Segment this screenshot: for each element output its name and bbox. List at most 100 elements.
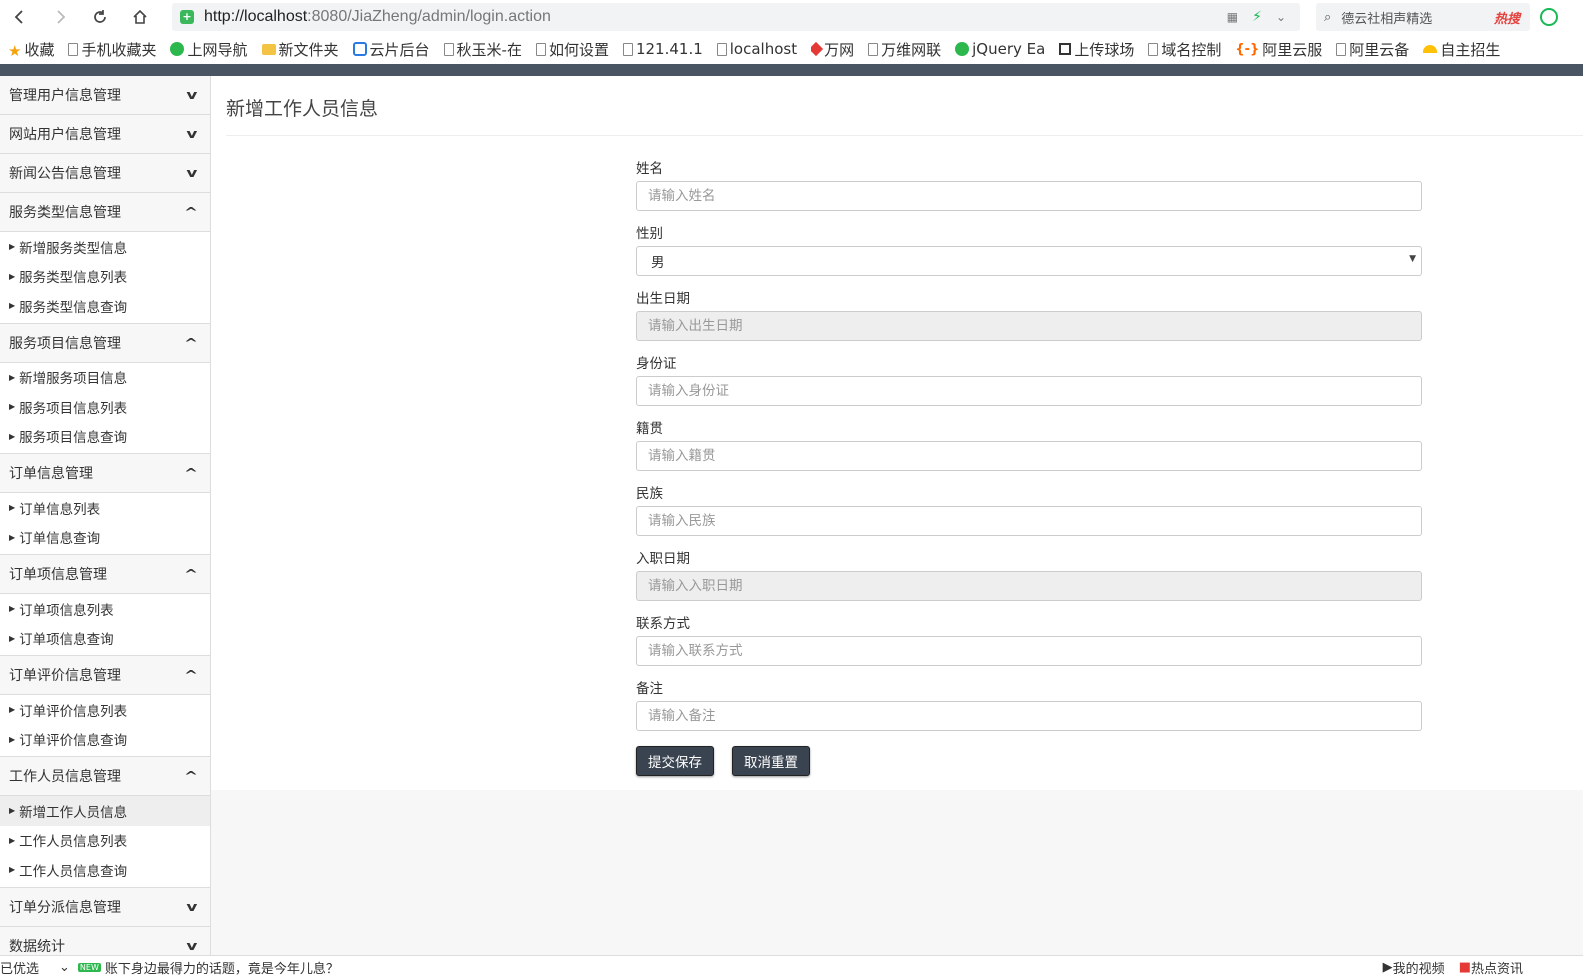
sidebar-group-header[interactable]: 订单信息管理 ^ bbox=[0, 454, 210, 493]
chevron-up-icon: ^ bbox=[183, 466, 199, 480]
bookmark-item[interactable]: 手机收藏夹 bbox=[68, 39, 156, 60]
contact-input[interactable] bbox=[636, 636, 1422, 666]
name-input[interactable] bbox=[636, 181, 1422, 211]
address-bar[interactable]: + http://localhost:8080/JiaZheng/admin/l… bbox=[172, 3, 1300, 31]
hot-news-link[interactable]: 热点资讯 bbox=[1471, 958, 1523, 977]
search-suggestion: 德云社相声精选 bbox=[1341, 11, 1433, 27]
sidebar-item[interactable]: ▶ 服务类型信息查询 bbox=[0, 291, 210, 321]
bookmark-item[interactable]: {-} 阿里云服 bbox=[1235, 39, 1322, 60]
ethnicity-input[interactable] bbox=[636, 506, 1422, 536]
remark-label: 备注 bbox=[636, 681, 663, 697]
news-ticker[interactable]: 账下身边最得力的话题，竟是今年儿息？ bbox=[105, 958, 339, 977]
remark-field: 备注 bbox=[636, 680, 1422, 745]
back-button[interactable] bbox=[0, 0, 40, 34]
sidebar-item[interactable]: ▶ 订单项信息列表 bbox=[0, 594, 210, 624]
sidebar-group-header[interactable]: 订单项信息管理 ^ bbox=[0, 555, 210, 594]
my-video-link[interactable]: 我的视频 bbox=[1393, 958, 1445, 977]
remark-input[interactable] bbox=[636, 701, 1422, 731]
sidebar-item-label: 服务项目信息列表 bbox=[19, 400, 128, 417]
gender-select[interactable]: 男 ▼ bbox=[636, 246, 1422, 276]
bookmark-item[interactable]: 万维网联 bbox=[868, 39, 941, 60]
extension-icon[interactable] bbox=[1540, 8, 1558, 26]
sidebar-group-label: 订单信息管理 bbox=[9, 466, 93, 482]
bookmark-item[interactable]: 上传球场 bbox=[1059, 39, 1134, 60]
bookmark-label: 自主招生 bbox=[1440, 40, 1501, 59]
birthdate-label: 出生日期 bbox=[636, 291, 690, 307]
bookmark-item[interactable]: 新文件夹 bbox=[261, 39, 339, 60]
bookmark-item[interactable]: 阿里云备 bbox=[1336, 39, 1409, 60]
bookmark-page-icon bbox=[535, 42, 546, 56]
bookmark-item[interactable]: ★ 收藏 bbox=[8, 39, 54, 60]
bookmark-page-icon bbox=[868, 42, 879, 56]
bookmark-star-icon: ★ bbox=[8, 42, 22, 60]
contact-field: 联系方式 bbox=[636, 615, 1422, 680]
chevron-down-icon: v bbox=[186, 166, 198, 180]
sidebar-item[interactable]: ▶ 订单信息列表 bbox=[0, 493, 210, 523]
bookmark-yellow-icon bbox=[1423, 45, 1438, 53]
reload-button[interactable] bbox=[80, 0, 120, 34]
chevron-down-icon[interactable]: ⌄ bbox=[59, 960, 70, 975]
status-bar: 已优选 ⌄ NEW 账下身边最得力的话题，竟是今年儿息？ ▶ 我的视频 ■ 热点… bbox=[0, 955, 1583, 979]
bookmark-item[interactable]: 万网 bbox=[811, 39, 854, 60]
sidebar-group-header[interactable]: 订单分派信息管理 v bbox=[0, 887, 210, 927]
sidebar-item[interactable]: ▶ 服务类型信息列表 bbox=[0, 261, 210, 291]
sidebar-group-header[interactable]: 服务类型信息管理 ^ bbox=[0, 193, 210, 232]
search-box[interactable]: ⌕ 德云社相声精选 热搜 bbox=[1316, 3, 1530, 31]
chevron-down-icon: v bbox=[186, 88, 198, 102]
bookmark-item[interactable]: 秋玉米-在 bbox=[443, 39, 522, 60]
sidebar-group-label: 订单分派信息管理 bbox=[9, 899, 121, 916]
hiredate-input[interactable] bbox=[636, 571, 1422, 601]
browser-toolbar: + http://localhost:8080/JiaZheng/admin/l… bbox=[0, 0, 1583, 34]
native-field: 籍贯 bbox=[636, 420, 1422, 485]
bookmark-item[interactable]: 如何设置 bbox=[535, 39, 609, 60]
lightning-icon[interactable]: ⚡ bbox=[1252, 9, 1262, 25]
bookmark-orange-icon: {-} bbox=[1235, 42, 1260, 57]
sidebar-item[interactable]: ▶ 订单信息查询 bbox=[0, 522, 210, 552]
sidebar-group-header[interactable]: 订单评价信息管理 ^ bbox=[0, 656, 210, 695]
bookmark-item[interactable]: 云片后台 bbox=[352, 39, 430, 60]
sidebar-item[interactable]: ▶ 工作人员信息列表 bbox=[0, 825, 210, 855]
sidebar-item[interactable]: ▶ 订单评价信息列表 bbox=[0, 695, 210, 725]
sidebar-item[interactable]: ▶ 新增服务类型信息 bbox=[0, 232, 210, 262]
chevron-down-icon[interactable]: ⌄ bbox=[1276, 10, 1286, 24]
home-button[interactable] bbox=[120, 0, 160, 34]
native-input[interactable] bbox=[636, 441, 1422, 471]
sidebar-item[interactable]: ▶ 订单评价信息查询 bbox=[0, 724, 210, 754]
caret-right-icon: ▶ bbox=[9, 835, 16, 845]
bookmark-item[interactable]: 自主招生 bbox=[1423, 39, 1500, 60]
sidebar-item[interactable]: ▶ 服务项目信息列表 bbox=[0, 392, 210, 422]
bookmark-item[interactable]: localhost bbox=[716, 40, 797, 58]
hot-search-badge[interactable]: 热搜 bbox=[1494, 8, 1520, 27]
sidebar-item[interactable]: ▶ 工作人员信息查询 bbox=[0, 855, 210, 885]
reset-button[interactable]: 取消重置 bbox=[732, 746, 810, 776]
idcard-input[interactable] bbox=[636, 376, 1422, 406]
sidebar-item[interactable]: ▶ 服务项目信息查询 bbox=[0, 421, 210, 451]
sidebar-group-label: 服务类型信息管理 bbox=[9, 205, 121, 221]
submit-button[interactable]: 提交保存 bbox=[636, 746, 714, 776]
sidebar-group-header[interactable]: 新闻公告信息管理 v bbox=[0, 154, 210, 193]
sidebar-group-header[interactable]: 网站用户信息管理 v bbox=[0, 115, 210, 154]
sidebar-group-header[interactable]: 管理用户信息管理 v bbox=[0, 76, 210, 115]
birthdate-input[interactable] bbox=[636, 311, 1422, 341]
bookmark-item[interactable]: 121.41.1 bbox=[622, 40, 703, 58]
bookmark-item[interactable]: 上网导航 bbox=[170, 39, 248, 60]
caret-right-icon: ▶ bbox=[9, 705, 16, 715]
sidebar-item[interactable]: ▶ 新增服务项目信息 bbox=[0, 362, 210, 392]
qr-icon[interactable]: ▦ bbox=[1227, 10, 1238, 24]
bookmark-item[interactable]: 域名控制 bbox=[1148, 39, 1221, 60]
bookmark-label: 云片后台 bbox=[369, 40, 430, 59]
staff-form: 姓名性别男▼出生日期身份证籍贯民族入职日期联系方式备注 提交保存 取消重置 bbox=[636, 160, 1422, 776]
title-divider bbox=[226, 135, 1583, 136]
forward-button[interactable] bbox=[40, 0, 80, 34]
name-label: 姓名 bbox=[636, 161, 663, 177]
sidebar-group-header[interactable]: 服务项目信息管理 ^ bbox=[0, 323, 210, 363]
sidebar-item-label: 工作人员信息列表 bbox=[19, 834, 128, 851]
caret-right-icon: ▶ bbox=[9, 503, 16, 513]
sidebar-item[interactable]: ▶ 新增工作人员信息 bbox=[0, 796, 210, 826]
sidebar-item[interactable]: ▶ 订单项信息查询 bbox=[0, 623, 210, 653]
sidebar-sublist: ▶ 订单评价信息列表 ▶ 订单评价信息查询 bbox=[0, 695, 210, 757]
sidebar-group-header[interactable]: 数据统计 v bbox=[0, 926, 210, 955]
bookmark-item[interactable]: jQuery Ea bbox=[955, 40, 1045, 58]
bookmark-page-icon bbox=[68, 42, 79, 56]
sidebar-group-header[interactable]: 工作人员信息管理 ^ bbox=[0, 757, 210, 796]
